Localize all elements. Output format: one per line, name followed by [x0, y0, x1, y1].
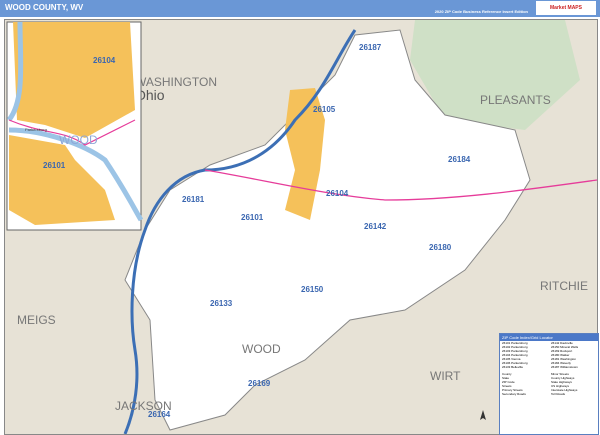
zip-label: 26105	[313, 105, 336, 114]
zip-label: 26150	[301, 285, 324, 294]
zip-label: 26104	[326, 189, 349, 198]
legend-item: Secondary Roads	[502, 392, 526, 396]
legend-entry: 26187 Williamstown	[551, 365, 578, 369]
header-bar: WOOD COUNTY, WV 2020 ZIP Code Business R…	[0, 0, 600, 17]
legend-title: ZIP Code Index/Grid Locator	[500, 334, 598, 341]
inset-map: 26104 26101 WOOD Parkersburg	[6, 21, 144, 231]
county-label: WOOD	[242, 342, 281, 356]
zip-label: 26101	[241, 213, 264, 222]
county-label: WIRT	[430, 369, 461, 383]
zip-label: 26133	[210, 299, 233, 308]
zip-label: 26169	[248, 379, 271, 388]
svg-text:WOOD: WOOD	[59, 133, 98, 147]
svg-text:Parkersburg: Parkersburg	[25, 127, 47, 132]
county-label: JACKSON	[115, 399, 172, 413]
map-title: WOOD COUNTY, WV	[5, 3, 84, 12]
brand-logo: Market MAPS	[536, 1, 596, 15]
county-label: PLEASANTS	[480, 93, 551, 107]
zip-label: 26181	[182, 195, 205, 204]
svg-text:26101: 26101	[43, 161, 66, 170]
zip-label: 26184	[448, 155, 471, 164]
zip-label: 26180	[429, 243, 452, 252]
legend-item: Toll Roads	[551, 392, 566, 396]
county-label: MEIGS	[17, 313, 56, 327]
zip-label: 26187	[359, 43, 382, 52]
map-legend: ZIP Code Index/Grid Locator 26101 Parker…	[499, 333, 599, 435]
zip-label: 26142	[364, 222, 387, 231]
legend-entry: 26133 Belleville	[502, 365, 524, 369]
map-subtitle: 2020 ZIP Code Business Reference Insert …	[434, 9, 528, 14]
svg-text:26104: 26104	[93, 56, 116, 65]
county-label: RITCHIE	[540, 279, 588, 293]
